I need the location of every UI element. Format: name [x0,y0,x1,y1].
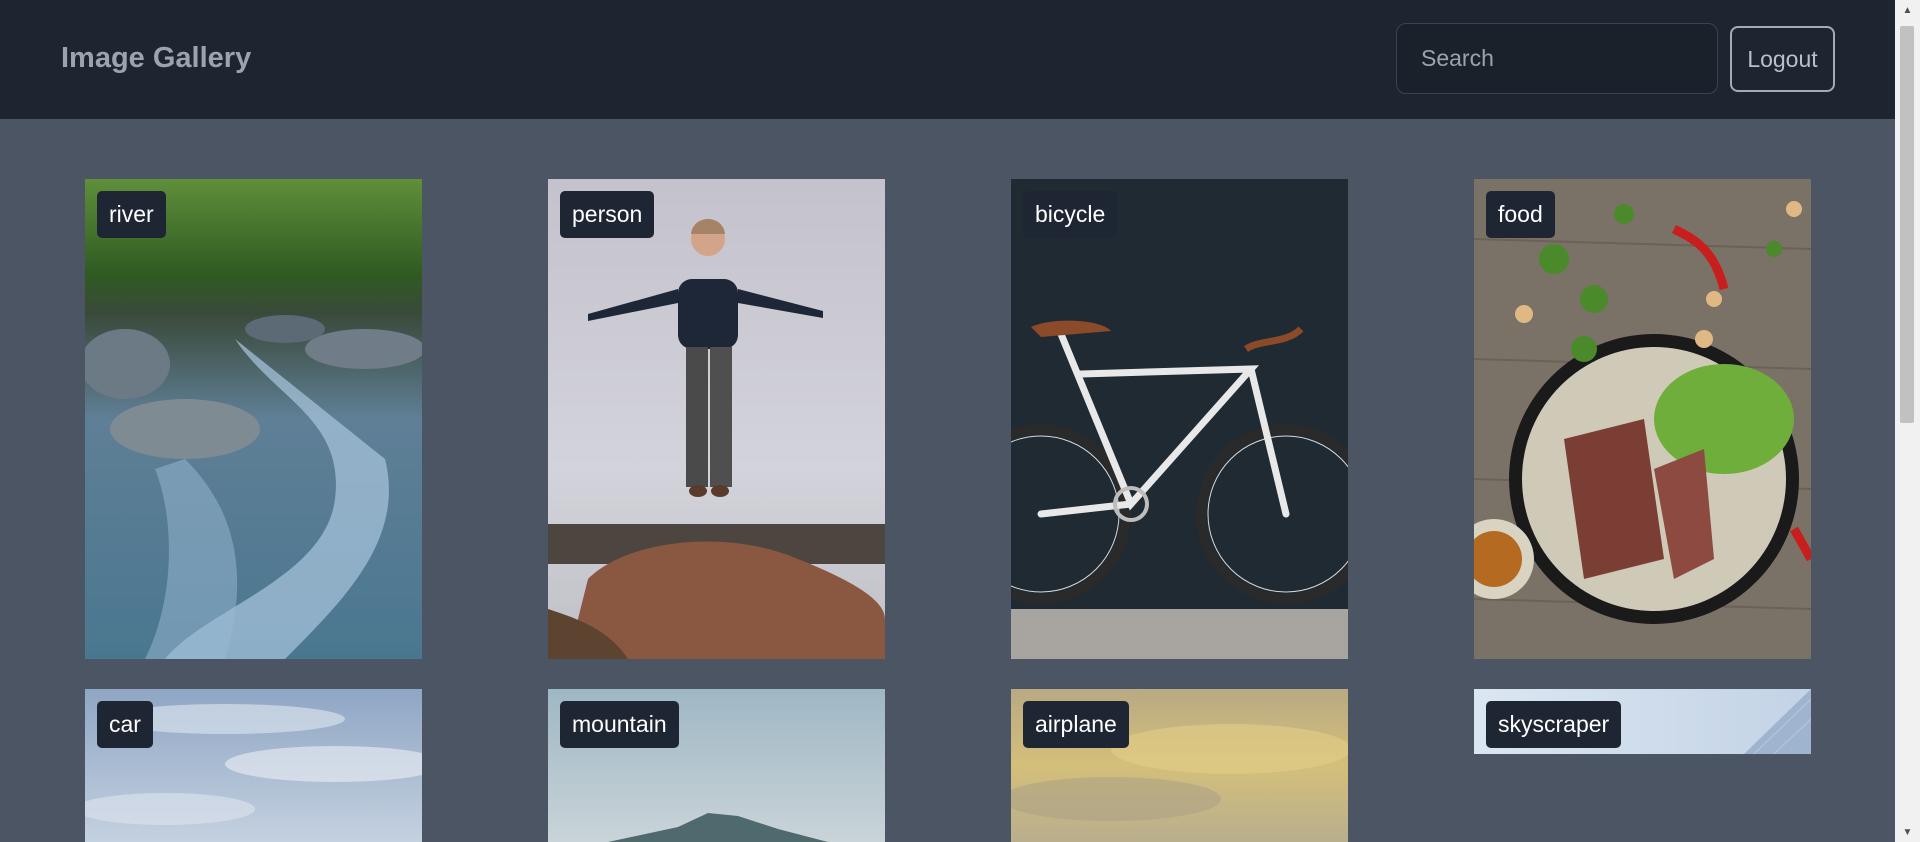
search-input[interactable] [1396,23,1718,94]
gallery-label: food [1486,191,1555,238]
top-navbar: Image Gallery Logout [0,0,1895,119]
gallery-card-skyscraper[interactable]: skyscraper [1474,689,1811,754]
food-image [1474,179,1811,659]
gallery-card-bicycle[interactable]: bicycle [1011,179,1348,659]
scroll-up-arrow-icon[interactable]: ▲ [1895,0,1920,20]
gallery-card-car[interactable]: car [85,689,422,842]
gallery-card-airplane[interactable]: airplane [1011,689,1348,842]
gallery-card-food[interactable]: food [1474,179,1811,659]
gallery-card-river[interactable]: river [85,179,422,659]
river-image [85,179,422,659]
gallery-label: airplane [1023,701,1129,748]
gallery-label: skyscraper [1486,701,1622,748]
gallery-label: car [97,701,153,748]
logout-button[interactable]: Logout [1730,26,1835,92]
scroll-down-arrow-icon[interactable]: ▼ [1895,822,1920,842]
bicycle-image [1011,179,1348,659]
gallery-card-person[interactable]: person [548,179,885,659]
gallery-label: river [97,191,166,238]
gallery-label: mountain [560,701,679,748]
gallery-label: bicycle [1023,191,1118,238]
brand-title[interactable]: Image Gallery [61,42,251,75]
scroll-thumb[interactable] [1900,26,1914,423]
vertical-scrollbar[interactable]: ▲ ▼ [1895,0,1920,842]
person-image [548,179,885,659]
gallery-card-mountain[interactable]: mountain [548,689,885,842]
gallery-label: person [560,191,655,238]
